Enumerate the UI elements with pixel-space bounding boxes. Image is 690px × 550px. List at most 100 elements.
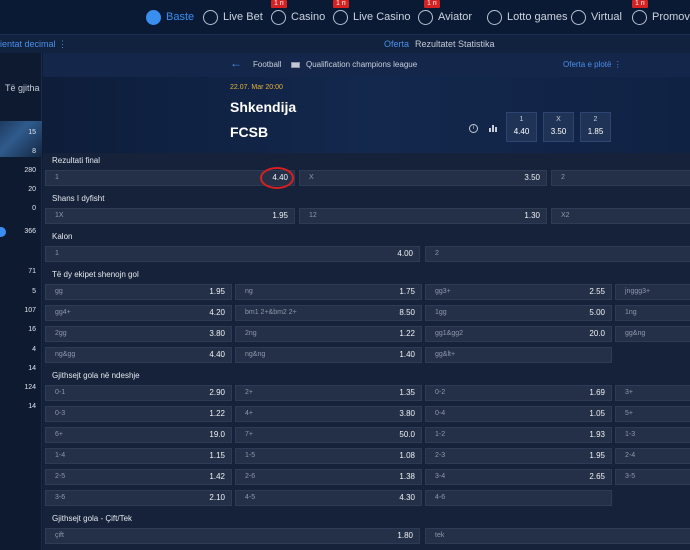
sidebar-sport-count[interactable]: 107 — [6, 307, 36, 314]
header-odd-1[interactable]: 1 4.40 — [506, 112, 537, 142]
sidebar-sport-count[interactable]: 5 — [6, 288, 36, 295]
nav-promovim[interactable]: Promovim 1 ri — [632, 0, 690, 26]
odd-button[interactable]: 4-5 4.30 — [235, 490, 422, 506]
lotto-icon — [487, 9, 502, 25]
odd-button[interactable]: 2+ 1.35 — [235, 385, 422, 401]
odd-button[interactable]: 1-3 — [615, 427, 690, 443]
new-badge: 1 ri — [424, 0, 440, 8]
sidebar-sport-count[interactable]: 0 — [6, 205, 36, 212]
breadcrumb-sport[interactable]: Football — [253, 60, 281, 69]
odd-key: ng&ng — [245, 351, 266, 358]
odd-key: 4-6 — [435, 494, 446, 501]
odd-button[interactable]: 4-6 — [425, 490, 612, 506]
odd-button[interactable]: 0-2 1.69 — [425, 385, 612, 401]
odd-button[interactable]: 1-5 1.08 — [235, 448, 422, 464]
odd-button[interactable]: 2gg 3.80 — [45, 326, 232, 342]
odd-button[interactable]: 3-6 2.10 — [45, 490, 232, 506]
odd-button[interactable]: 0-3 1.22 — [45, 406, 232, 422]
odd-button[interactable]: 3+ — [615, 385, 690, 401]
sidebar-sport-count[interactable]: 15 — [6, 129, 36, 136]
odd-button[interactable]: gg3+ 2.55 — [425, 284, 612, 300]
odd-key: 2-5 — [55, 473, 66, 480]
odd-button[interactable]: 1 4.40 — [45, 170, 295, 186]
info-icon[interactable]: i — [469, 124, 478, 133]
odd-button[interactable]: ng&gg 4.40 — [45, 347, 232, 363]
statistics-icon[interactable] — [489, 125, 497, 132]
odd-button[interactable]: 4+ 3.80 — [235, 406, 422, 422]
odd-button[interactable]: 1-2 1.93 — [425, 427, 612, 443]
nav-lotto-games[interactable]: Lotto games — [487, 8, 568, 26]
odd-button[interactable]: 2ng 1.22 — [235, 326, 422, 342]
odd-button[interactable]: gg1&gg2 20.0 — [425, 326, 612, 342]
odd-button[interactable]: 2-5 1.42 — [45, 469, 232, 485]
odd-button[interactable]: tek — [425, 528, 690, 544]
odd-button[interactable]: gg&lt+ — [425, 347, 612, 363]
back-arrow-icon[interactable]: ← — [230, 56, 242, 70]
full-offer-link[interactable]: Oferta e plotë ⋮ — [563, 60, 622, 69]
odd-button[interactable]: 12 1.30 — [299, 208, 547, 224]
sidebar-sport-count[interactable]: 4 — [6, 346, 36, 353]
header-odd-2[interactable]: 2 1.85 — [580, 112, 611, 142]
odd-button[interactable]: gg 1.95 — [45, 284, 232, 300]
sidebar-sport-count[interactable]: 20 — [6, 186, 36, 193]
odd-value: 1.05 — [589, 409, 605, 418]
sidebar-sport-count[interactable]: 14 — [6, 403, 36, 410]
odd-button[interactable]: X2 — [551, 208, 690, 224]
odd-value: 1.95 — [589, 451, 605, 460]
tab-statistika[interactable]: Statistika — [458, 39, 495, 49]
tab-rezultatet[interactable]: Rezultatet — [415, 39, 456, 49]
odd-button[interactable]: 2 — [425, 246, 690, 262]
sidebar-sport-count[interactable]: 8 — [6, 148, 36, 155]
odd-button[interactable]: 1X 1.95 — [45, 208, 295, 224]
odd-button[interactable]: çift 1.80 — [45, 528, 420, 544]
odd-button[interactable]: 1ng — [615, 305, 690, 321]
odd-label: 2 — [593, 116, 598, 123]
sidebar-sport-count[interactable]: 124 — [6, 384, 36, 391]
sidebar-sport-count[interactable]: 280 — [6, 167, 36, 174]
odd-value: 1.40 — [399, 350, 415, 359]
odd-button[interactable]: gg4+ 4.20 — [45, 305, 232, 321]
odd-button[interactable]: 2-4 — [615, 448, 690, 464]
odds-format-selector[interactable]: ientat decimal ⋮ — [0, 39, 67, 50]
odd-button[interactable]: ng 1.75 — [235, 284, 422, 300]
promo-icon — [632, 9, 647, 25]
odd-key: 2gg — [55, 330, 67, 337]
header-odd-x[interactable]: X 3.50 — [543, 112, 574, 142]
nav-baste[interactable]: Baste — [146, 8, 194, 26]
nav-casino[interactable]: Casino 1 ri — [271, 0, 325, 26]
odd-button[interactable]: 3-5 — [615, 469, 690, 485]
odd-button[interactable]: bm1 2+&bm2 2+ 8.50 — [235, 305, 422, 321]
odd-button[interactable]: 0-4 1.05 — [425, 406, 612, 422]
odd-value: 2.55 — [589, 287, 605, 296]
odd-button[interactable]: X 3.50 — [299, 170, 547, 186]
odd-button[interactable]: 7+ 50.0 — [235, 427, 422, 443]
virtual-icon — [571, 9, 586, 25]
odd-button[interactable]: 2-6 1.38 — [235, 469, 422, 485]
odd-key: 0-1 — [55, 389, 66, 396]
sidebar-sport-count[interactable]: 71 — [6, 268, 36, 275]
sidebar-sport-count[interactable]: 14 — [6, 365, 36, 372]
market-title: Gjithsejt gola në ndeshje — [52, 371, 140, 380]
odd-button[interactable]: 3-4 2.65 — [425, 469, 612, 485]
nav-live-bet[interactable]: Live Bet — [203, 8, 263, 26]
sidebar-all-filter[interactable]: Të gjitha — [5, 83, 40, 93]
odd-button[interactable]: 1 4.00 — [45, 246, 420, 262]
odd-button[interactable]: 1-4 1.15 — [45, 448, 232, 464]
odd-button[interactable]: 5+ — [615, 406, 690, 422]
odd-button[interactable]: 2 — [551, 170, 690, 186]
odd-value: 5.00 — [589, 308, 605, 317]
sidebar-sport-count[interactable]: 16 — [6, 326, 36, 333]
nav-aviator[interactable]: Aviator 1 ri — [418, 0, 472, 26]
nav-virtual[interactable]: Virtual — [571, 8, 622, 26]
odd-button[interactable]: 2-3 1.95 — [425, 448, 612, 464]
nav-live-casino[interactable]: Live Casino 1 ri — [333, 0, 410, 26]
odd-button[interactable]: gg&ng — [615, 326, 690, 342]
odd-button[interactable]: 1gg 5.00 — [425, 305, 612, 321]
sidebar-sport-count[interactable]: 366 — [6, 228, 36, 235]
odd-button[interactable]: 6+ 19.0 — [45, 427, 232, 443]
breadcrumb-league[interactable]: Qualification champions league — [306, 60, 417, 69]
odd-button[interactable]: ng&ng 1.40 — [235, 347, 422, 363]
tab-oferta[interactable]: Oferta — [384, 39, 409, 49]
odd-button[interactable]: jnggg3+ — [615, 284, 690, 300]
odd-button[interactable]: 0-1 2.90 — [45, 385, 232, 401]
